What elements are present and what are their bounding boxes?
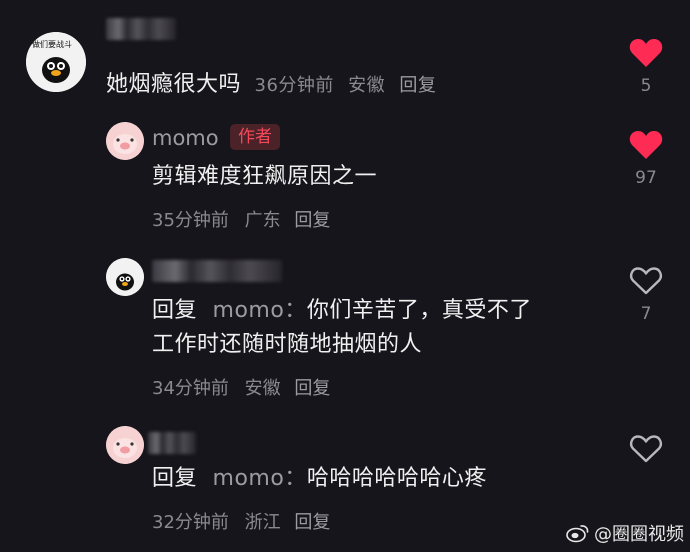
- avatar[interactable]: 做们要战斗: [26, 32, 86, 92]
- comment-location: 浙江: [244, 512, 281, 533]
- comment-time: 36分钟前: [254, 75, 334, 96]
- heart-filled-icon: [629, 39, 663, 67]
- like-count: 5: [640, 76, 652, 96]
- username-blurred[interactable]: [152, 260, 282, 282]
- comment-meta: 32分钟前 浙江 回复: [152, 508, 330, 534]
- heart-outline-icon: [630, 267, 662, 295]
- comment-meta: 35分钟前 广东 回复: [152, 206, 330, 232]
- like-button[interactable]: 97: [626, 130, 666, 188]
- comment-text: 回复 momo：你们辛苦了，真受不了 工作时还随时随地抽烟的人: [152, 298, 532, 357]
- heart-filled-icon: [629, 131, 663, 159]
- comment-location: 安徽: [348, 75, 386, 96]
- comment-location: 广东: [244, 210, 281, 231]
- comment-location: 安徽: [244, 378, 281, 399]
- watermark: @圈圈视频: [566, 520, 684, 546]
- heart-outline-icon: [630, 435, 662, 463]
- comment-meta: 34分钟前 安徽 回复: [152, 374, 330, 400]
- avatar-caption: 做们要战斗: [32, 40, 72, 49]
- reply-button[interactable]: 回复: [294, 378, 330, 399]
- comment-item-1: 做们要战斗 她烟瘾很大吗 36分钟前 安徽 回复 5: [0, 0, 690, 110]
- username[interactable]: momo: [152, 126, 219, 150]
- comment-item-2: momo 作者 剪辑难度狂飙原因之一 35分钟前 广东 回复 97: [0, 110, 690, 240]
- penguin-avatar-icon: [106, 258, 144, 296]
- reply-target-username[interactable]: momo：: [213, 298, 307, 323]
- weibo-logo-icon: [566, 525, 589, 543]
- comment-time: 35分钟前: [152, 210, 229, 231]
- avatar[interactable]: [106, 426, 144, 464]
- like-button[interactable]: 5: [626, 38, 666, 96]
- username-blurred[interactable]: [106, 18, 176, 40]
- comment-text: 剪辑难度狂飙原因之一: [152, 164, 378, 189]
- comment-time: 32分钟前: [152, 512, 229, 533]
- avatar[interactable]: [106, 258, 144, 296]
- author-badge: 作者: [230, 124, 280, 150]
- pig-avatar-icon: [106, 122, 144, 160]
- comment-time: 34分钟前: [152, 378, 229, 399]
- like-button[interactable]: [626, 434, 666, 464]
- reply-button[interactable]: 回复: [294, 512, 330, 533]
- reply-button[interactable]: 回复: [399, 75, 436, 96]
- reply-prefix: 回复: [152, 298, 198, 323]
- reply-prefix: 回复: [152, 466, 198, 491]
- reply-button[interactable]: 回复: [294, 210, 330, 231]
- comment-item-3: 回复 momo：你们辛苦了，真受不了 工作时还随时随地抽烟的人 34分钟前 安徽…: [0, 240, 690, 410]
- username-blurred[interactable]: [148, 432, 196, 454]
- pig-avatar-icon: [106, 426, 144, 464]
- like-count: 97: [635, 168, 657, 188]
- like-button[interactable]: 7: [626, 266, 666, 324]
- comment-text: 她烟瘾很大吗 36分钟前 安徽 回复: [106, 72, 437, 97]
- comment-text: 回复 momo：哈哈哈哈哈哈心疼: [152, 466, 487, 491]
- avatar[interactable]: [106, 122, 144, 160]
- reply-target-username[interactable]: momo：: [213, 466, 307, 491]
- watermark-text: @圈圈视频: [594, 524, 684, 545]
- like-count: 7: [640, 304, 652, 324]
